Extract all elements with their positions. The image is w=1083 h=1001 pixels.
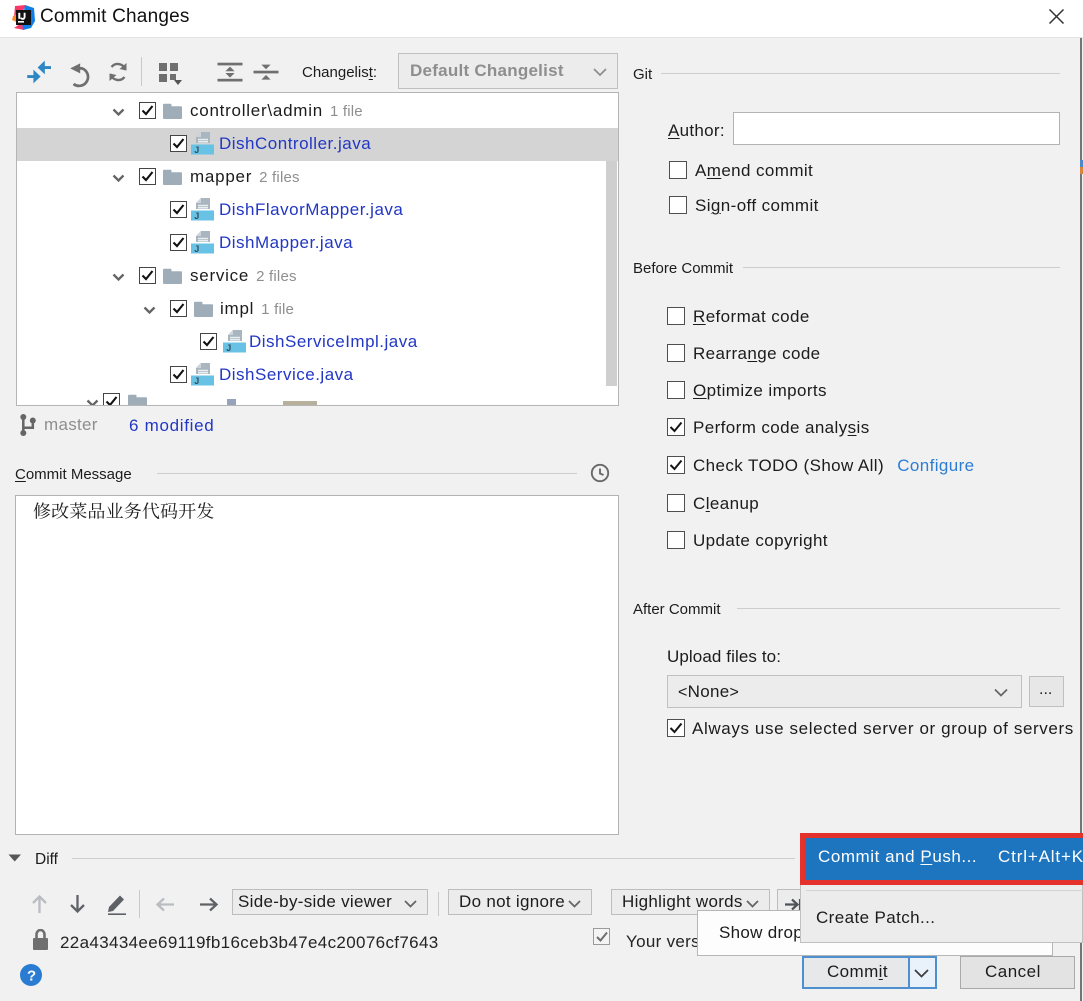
svg-text:?: ? — [27, 968, 36, 985]
svg-text:J: J — [194, 145, 199, 155]
svg-text:J: J — [226, 343, 231, 353]
svg-text:J: J — [194, 244, 199, 254]
svg-text:J: J — [194, 211, 199, 221]
svg-text:J: J — [194, 376, 199, 386]
